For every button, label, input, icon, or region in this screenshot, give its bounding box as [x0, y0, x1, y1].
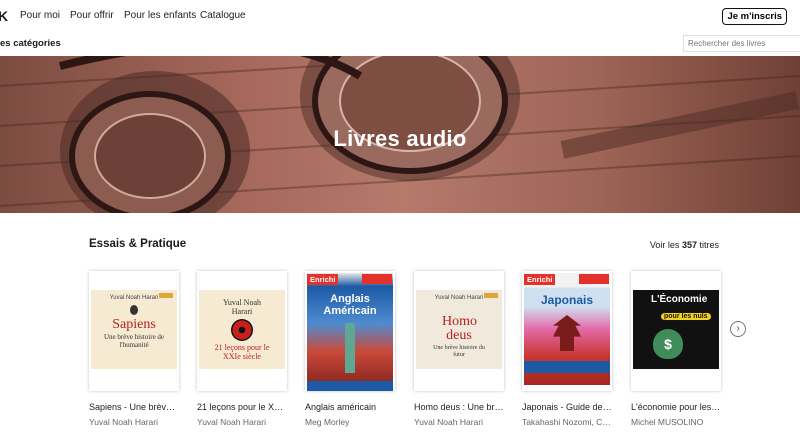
cover-heading: L'Économie	[651, 294, 708, 305]
book-author[interactable]: Yuval Noah Harari	[414, 417, 504, 427]
book-cover[interactable]: Yuval Noah Harari Homo deus Une brève hi…	[414, 271, 504, 391]
top-navigation: K Pour moi Pour offrir Pour les enfants …	[0, 0, 800, 32]
money-bag-icon: $	[653, 329, 683, 359]
nav-pour-les-enfants[interactable]: Pour les enfants	[124, 10, 196, 21]
statue-of-liberty-icon	[345, 323, 355, 373]
book-card[interactable]: L'Économie pour les nuls $ L'économie po…	[631, 271, 721, 427]
albin-michel-logo	[159, 293, 173, 298]
cover-footer	[524, 361, 610, 373]
cover-subtitle: Une brève histoire de l'humanité	[103, 333, 165, 349]
book-title[interactable]: L'économie pour les nuls	[631, 402, 721, 412]
see-all-count: 357	[681, 240, 697, 250]
book-author[interactable]: Takahashi Nozomi, Catherine Garnier	[522, 417, 612, 427]
cover-art: Yuval Noah Harari Homo deus Une brève hi…	[416, 290, 502, 369]
cover-subtitle: Une brève histoire du futur	[433, 345, 485, 358]
book-cover[interactable]: L'Économie pour les nuls $	[631, 271, 721, 391]
cover-author: Yuval Noah Harari	[223, 298, 261, 316]
book-title[interactable]: Anglais américain	[305, 402, 395, 412]
pagoda-icon	[553, 315, 581, 351]
section-title: Essais & Pratique	[89, 238, 187, 250]
book-author[interactable]: Michel MUSOLINO	[631, 417, 721, 427]
cover-heading: Homo deus	[442, 314, 477, 343]
book-author[interactable]: Meg Morley	[305, 417, 395, 427]
assimil-logo	[579, 274, 609, 284]
cover-art: Yuval Noah Harari 21 leçons pour le XXIe…	[199, 290, 285, 369]
search-input[interactable]	[683, 35, 800, 52]
book-cover[interactable]: Japonais Enrichi	[522, 271, 612, 391]
book-title[interactable]: Homo deus : Une brève histoire du futur	[414, 402, 504, 412]
see-all-link[interactable]: Voir les 357 titres	[650, 240, 719, 250]
categories-menu[interactable]: es catégories	[0, 38, 61, 49]
logo[interactable]: K	[0, 8, 8, 24]
hero-banner: Livres audio	[0, 56, 800, 213]
book-card[interactable]: Anglais Américain Enrichi Anglais améric…	[305, 271, 395, 427]
cover-heading: Anglais Américain	[323, 293, 377, 317]
cover-subtitle: pour les nuls	[661, 313, 711, 320]
book-title[interactable]: 21 leçons pour le XXIe siècle	[197, 402, 287, 412]
book-cover[interactable]: Yuval Noah Harari Sapiens Une brève hist…	[89, 271, 179, 391]
nav-pour-moi[interactable]: Pour moi	[20, 10, 60, 21]
albin-michel-logo	[484, 293, 498, 298]
eye-icon	[231, 319, 253, 341]
book-card[interactable]: Yuval Noah Harari Homo deus Une brève hi…	[414, 271, 504, 427]
cover-art: Japonais	[524, 273, 610, 385]
chevron-right-icon: ›	[736, 323, 740, 334]
secondary-bar: es catégories	[0, 32, 800, 56]
cover-heading: Japonais	[540, 293, 594, 307]
book-cover[interactable]: Anglais Américain Enrichi	[305, 271, 395, 391]
book-author[interactable]: Yuval Noah Harari	[89, 417, 179, 427]
book-card[interactable]: Japonais Enrichi Japonais - Guide de con…	[522, 271, 612, 427]
nav-catalogue[interactable]: Catalogue	[200, 10, 246, 21]
nav-pour-offrir[interactable]: Pour offrir	[70, 10, 114, 21]
carousel-next-button[interactable]: ›	[730, 321, 746, 337]
book-author[interactable]: Yuval Noah Harari	[197, 417, 287, 427]
cover-art: Yuval Noah Harari Sapiens Une brève hist…	[91, 290, 177, 369]
book-card[interactable]: Yuval Noah Harari Sapiens Une brève hist…	[89, 271, 179, 427]
book-card[interactable]: Yuval Noah Harari 21 leçons pour le XXIe…	[197, 271, 287, 427]
cover-art: Anglais Américain	[307, 273, 393, 391]
cover-heading: 21 leçons pour le XXIe siècle	[214, 343, 270, 361]
book-title[interactable]: Sapiens - Une brève histoire de l'humani…	[89, 402, 179, 412]
fingerprint-icon	[130, 305, 138, 315]
signup-button[interactable]: Je m'inscris	[722, 8, 787, 25]
book-title[interactable]: Japonais - Guide de conversation	[522, 402, 612, 412]
enrichi-badge: Enrichi	[524, 274, 556, 285]
assimil-logo	[362, 274, 392, 284]
book-cover[interactable]: Yuval Noah Harari 21 leçons pour le XXIe…	[197, 271, 287, 391]
cover-art: L'Économie pour les nuls $	[633, 290, 719, 369]
cover-heading: Sapiens	[112, 317, 156, 332]
enrichi-badge: Enrichi	[307, 274, 339, 285]
see-all-prefix: Voir les	[649, 240, 680, 250]
cover-footer	[307, 381, 393, 391]
see-all-suffix: titres	[699, 240, 719, 250]
page-title: Livres audio	[333, 126, 467, 151]
